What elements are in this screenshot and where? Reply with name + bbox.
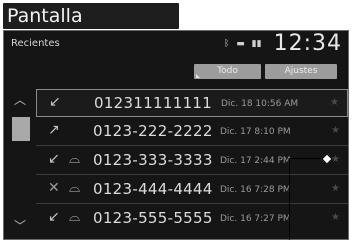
incoming-call-icon: ↙ <box>49 94 61 110</box>
tab-todo[interactable]: Todo <box>194 64 261 79</box>
tab-corner-icon <box>196 74 200 78</box>
call-number: 0123-333-3333 <box>93 151 213 169</box>
tab-ajustes-label: Ajustes <box>284 66 318 76</box>
call-datetime: Dic. 16 7:27 PM <box>220 214 291 224</box>
screen-title: Recientes <box>11 38 60 49</box>
missed-call-icon: ✕ <box>48 180 60 196</box>
call-number: 0123-444-4444 <box>93 180 213 198</box>
list-scroller: ︿ ﹀ <box>9 89 31 239</box>
tab-todo-label: Todo <box>217 66 238 76</box>
call-row[interactable]: ↙ ⌓ 0123-555-5555 Dic. 16 7:27 PM ★ <box>36 205 348 233</box>
favorite-star-icon[interactable]: ★ <box>330 97 339 108</box>
favorite-star-icon[interactable]: ★ <box>331 125 340 136</box>
call-row[interactable]: ↙ 012311111111 Dic. 18 10:56 AM ★ <box>36 89 348 117</box>
favorite-star-icon[interactable]: ★ <box>331 183 340 194</box>
outgoing-call-icon: ↗ <box>48 122 60 138</box>
call-number: 0123-555-5555 <box>93 209 213 227</box>
incoming-call-icon: ↙ <box>48 209 60 225</box>
incoming-call-icon: ↙ <box>48 151 60 167</box>
clock: 12:34 <box>273 31 342 56</box>
recent-calls-list: ↙ 012311111111 Dic. 18 10:56 AM ★ ↗ 0123… <box>36 89 348 239</box>
signal-icon: ▮▮ <box>251 39 262 49</box>
favorite-star-icon[interactable]: ★ <box>331 212 340 223</box>
scroll-up-button[interactable]: ︿ <box>9 89 31 111</box>
call-row[interactable]: ↗ 0123-222-2222 Dic. 17 8:10 PM ★ <box>36 118 348 146</box>
battery-icon: ▬ <box>236 39 245 49</box>
call-number: 0123-222-2222 <box>93 122 213 140</box>
voicemail-icon: ⌓ <box>69 151 81 167</box>
call-row[interactable]: ✕ ⌓ 0123-444-4444 Dic. 16 7:28 PM ★ <box>36 176 348 204</box>
call-datetime: Dic. 16 7:28 PM <box>220 185 291 195</box>
call-row[interactable]: ↙ ⌓ 0123-333-3333 Dic. 17 2:44 PM ★ <box>36 147 348 175</box>
voicemail-icon: ⌓ <box>69 180 81 196</box>
page-title: Pantalla Recientes <box>3 3 179 53</box>
favorite-star-icon[interactable]: ★ <box>331 154 340 165</box>
voicemail-icon: ⌓ <box>69 209 81 225</box>
call-datetime: Dic. 17 8:10 PM <box>220 127 291 137</box>
status-bar: Recientes ᛒ ▬ ▮▮ 12:34 <box>4 31 348 57</box>
scroll-down-button[interactable]: ﹀ <box>9 215 31 237</box>
call-datetime: Dic. 17 2:44 PM <box>220 156 291 166</box>
callout-line <box>289 158 290 240</box>
recent-calls-screen: Recientes ᛒ ▬ ▮▮ 12:34 Todo Ajustes ︿ ﹀ … <box>3 30 349 240</box>
status-icons: ᛒ ▬ ▮▮ <box>224 39 266 49</box>
call-number: 012311111111 <box>94 94 213 112</box>
tab-ajustes[interactable]: Ajustes <box>265 64 337 79</box>
call-datetime: Dic. 18 10:56 AM <box>221 99 299 109</box>
bluetooth-icon: ᛒ <box>224 39 230 49</box>
scrollbar-thumb[interactable] <box>12 117 30 141</box>
callout-line <box>289 158 325 159</box>
